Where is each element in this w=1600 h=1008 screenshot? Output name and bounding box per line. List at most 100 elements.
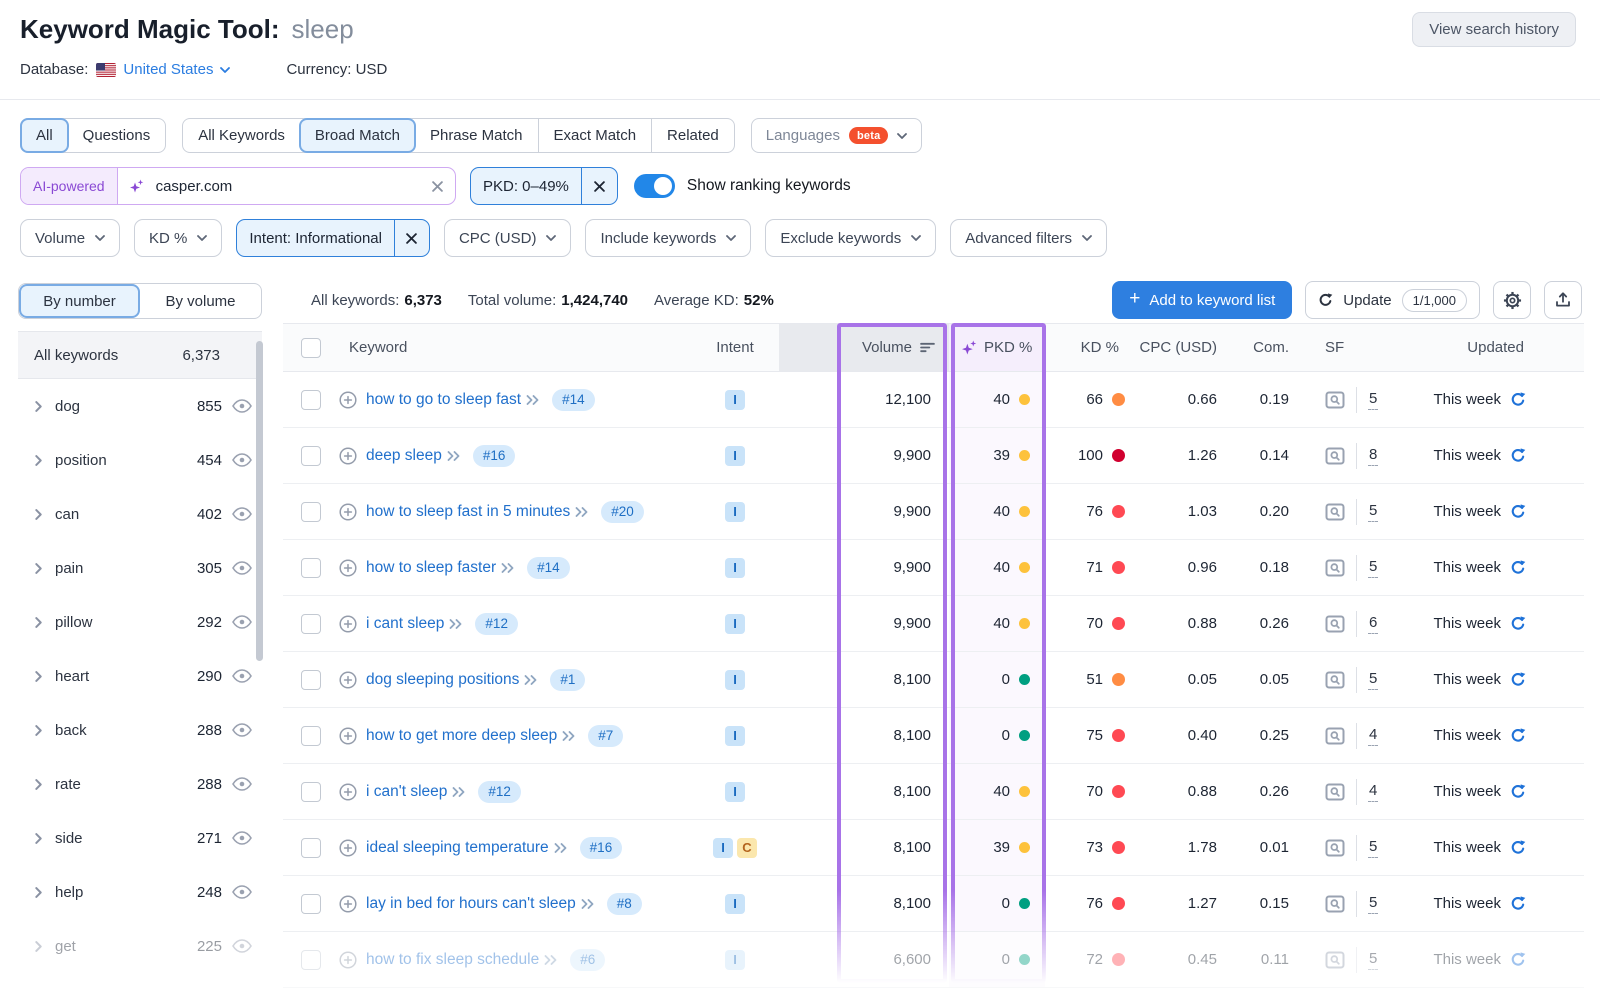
eye-icon[interactable] [232, 831, 252, 845]
domain-input[interactable] [148, 168, 432, 204]
expand-keyword-icon[interactable] [575, 507, 589, 517]
tab-broad-match[interactable]: Broad Match [299, 118, 416, 153]
add-keyword-icon[interactable] [339, 895, 357, 913]
add-keyword-icon[interactable] [339, 503, 357, 521]
keyword-link[interactable]: how to fix sleep schedule [366, 951, 539, 969]
table-settings-button[interactable] [1493, 281, 1531, 319]
sidebar-scrollbar[interactable] [256, 341, 263, 661]
tab-all[interactable]: All [20, 118, 69, 153]
add-keyword-icon[interactable] [339, 951, 357, 969]
chevron-right-icon[interactable] [35, 779, 42, 790]
expand-keyword-icon[interactable] [524, 675, 538, 685]
add-keyword-icon[interactable] [339, 839, 357, 857]
keyword-link[interactable]: lay in bed for hours can't sleep [366, 895, 576, 913]
sidebar-item-heart[interactable]: heart 290 [18, 649, 262, 703]
export-button[interactable] [1544, 281, 1582, 319]
eye-icon[interactable] [232, 723, 252, 737]
expand-keyword-icon[interactable] [544, 955, 558, 965]
serp-preview-icon[interactable] [1325, 951, 1345, 969]
column-header-kd[interactable]: KD % [1045, 324, 1133, 371]
ranking-position-badge[interactable]: #6 [570, 949, 605, 971]
sidebar-item-position[interactable]: position 454 [18, 433, 262, 487]
serp-features-count[interactable]: 5 [1368, 670, 1378, 690]
column-header-sf[interactable]: SF [1295, 324, 1391, 371]
tab-by-volume[interactable]: By volume [140, 284, 261, 318]
serp-features-count[interactable]: 6 [1368, 614, 1378, 634]
serp-features-count[interactable]: 5 [1368, 950, 1378, 970]
refresh-icon[interactable] [1510, 952, 1526, 968]
ranking-position-badge[interactable]: #7 [588, 725, 623, 747]
ranking-position-badge[interactable]: #8 [607, 893, 642, 915]
row-checkbox[interactable] [301, 894, 321, 914]
row-checkbox[interactable] [301, 726, 321, 746]
view-search-history-button[interactable]: View search history [1412, 12, 1576, 47]
tab-exact-match[interactable]: Exact Match [538, 119, 652, 152]
filter-chip-advanced-filters[interactable]: Advanced filters [950, 219, 1107, 257]
languages-dropdown[interactable]: Languages beta [751, 118, 923, 153]
tab-all-keywords[interactable]: All Keywords [183, 119, 300, 152]
pkd-filter-chip[interactable]: PKD: 0–49% [470, 167, 618, 205]
sidebar-item-get[interactable]: get 225 [18, 919, 262, 973]
serp-preview-icon[interactable] [1325, 559, 1345, 577]
serp-features-count[interactable]: 5 [1368, 390, 1378, 410]
sidebar-item-pain[interactable]: pain 305 [18, 541, 262, 595]
chevron-right-icon[interactable] [35, 725, 42, 736]
keyword-link[interactable]: how to sleep fast in 5 minutes [366, 503, 570, 521]
remove-filter-button[interactable] [394, 220, 429, 256]
refresh-icon[interactable] [1510, 616, 1526, 632]
ranking-position-badge[interactable]: #16 [580, 837, 623, 859]
add-keyword-icon[interactable] [339, 783, 357, 801]
serp-preview-icon[interactable] [1325, 671, 1345, 689]
keyword-link[interactable]: i can't sleep [366, 783, 447, 801]
chevron-right-icon[interactable] [35, 833, 42, 844]
refresh-icon[interactable] [1510, 728, 1526, 744]
show-ranking-keywords-toggle[interactable] [634, 174, 675, 198]
serp-preview-icon[interactable] [1325, 447, 1345, 465]
add-keyword-icon[interactable] [339, 391, 357, 409]
serp-preview-icon[interactable] [1325, 727, 1345, 745]
eye-icon[interactable] [232, 885, 252, 899]
expand-keyword-icon[interactable] [581, 899, 595, 909]
filter-chip-kd-[interactable]: KD % [134, 219, 222, 257]
add-to-keyword-list-button[interactable]: + Add to keyword list [1112, 281, 1292, 319]
eye-icon[interactable] [232, 507, 252, 521]
serp-features-count[interactable]: 8 [1368, 446, 1378, 466]
expand-keyword-icon[interactable] [447, 451, 461, 461]
serp-preview-icon[interactable] [1325, 615, 1345, 633]
chevron-right-icon[interactable] [35, 887, 42, 898]
ranking-position-badge[interactable]: #12 [475, 613, 518, 635]
chevron-right-icon[interactable] [35, 671, 42, 682]
chevron-right-icon[interactable] [35, 941, 42, 952]
keyword-link[interactable]: i cant sleep [366, 615, 444, 633]
filter-chip-include-keywords[interactable]: Include keywords [585, 219, 751, 257]
ranking-position-badge[interactable]: #12 [478, 781, 521, 803]
serp-features-count[interactable]: 5 [1368, 558, 1378, 578]
refresh-icon[interactable] [1510, 448, 1526, 464]
ranking-position-badge[interactable]: #16 [473, 445, 516, 467]
sidebar-item-dog[interactable]: dog 855 [18, 379, 262, 433]
database-selector[interactable]: United States [123, 61, 230, 78]
column-header-com[interactable]: Com. [1229, 324, 1295, 371]
serp-preview-icon[interactable] [1325, 895, 1345, 913]
sidebar-item-side[interactable]: side 271 [18, 811, 262, 865]
row-checkbox[interactable] [301, 558, 321, 578]
filter-chip-exclude-keywords[interactable]: Exclude keywords [765, 219, 936, 257]
eye-icon[interactable] [232, 561, 252, 575]
sidebar-item-can[interactable]: can 402 [18, 487, 262, 541]
chevron-right-icon[interactable] [35, 455, 42, 466]
column-header-keyword[interactable]: Keyword [339, 324, 691, 371]
row-checkbox[interactable] [301, 838, 321, 858]
filter-chip-volume[interactable]: Volume [20, 219, 120, 257]
chevron-right-icon[interactable] [35, 617, 42, 628]
eye-icon[interactable] [232, 453, 252, 467]
row-checkbox[interactable] [301, 614, 321, 634]
row-checkbox[interactable] [301, 390, 321, 410]
expand-keyword-icon[interactable] [452, 787, 466, 797]
serp-features-count[interactable]: 5 [1368, 894, 1378, 914]
chevron-right-icon[interactable] [35, 401, 42, 412]
filter-chip-intent-informational[interactable]: Intent: Informational [236, 219, 430, 257]
eye-icon[interactable] [232, 399, 252, 413]
eye-icon[interactable] [232, 669, 252, 683]
ranking-position-badge[interactable]: #1 [550, 669, 585, 691]
add-keyword-icon[interactable] [339, 727, 357, 745]
